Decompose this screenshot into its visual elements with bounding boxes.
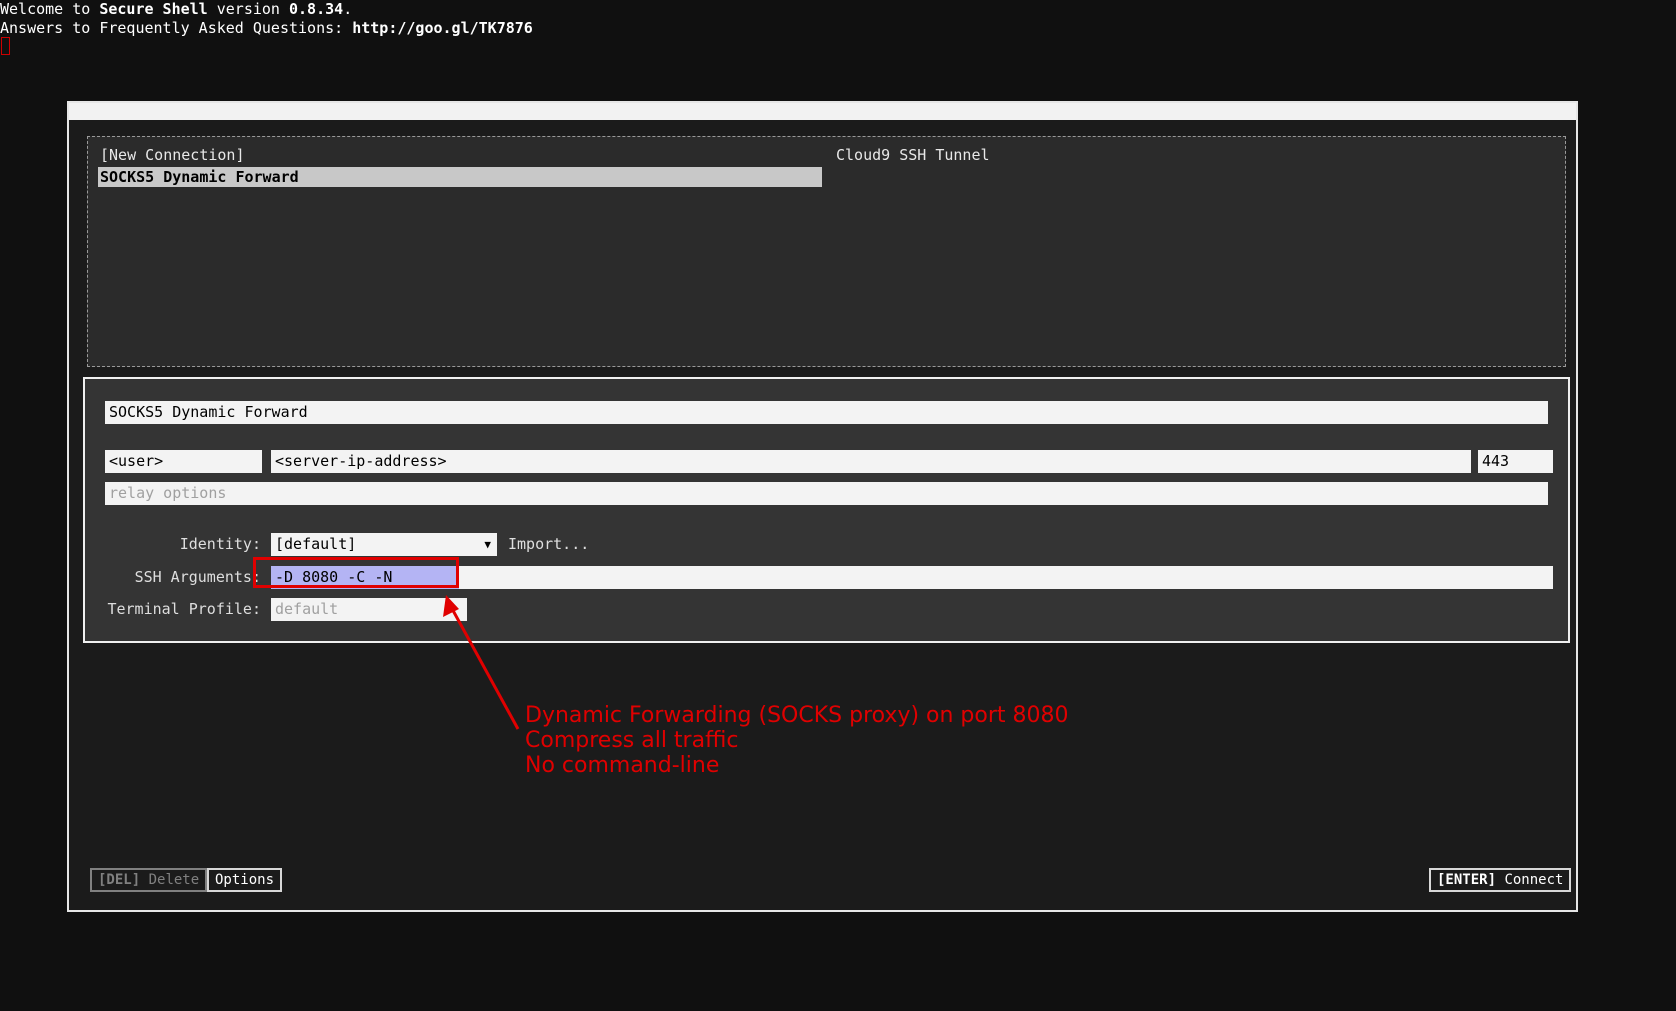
annotation-line-2: Compress all traffic (525, 728, 739, 753)
annotation-arrow (443, 595, 520, 730)
annotation-text: Dynamic Forwarding (SOCKS proxy) on port… (525, 703, 1069, 778)
annotation-line-1: Dynamic Forwarding (SOCKS proxy) on port… (525, 703, 1069, 728)
annotation-line-3: No command-line (525, 753, 720, 778)
